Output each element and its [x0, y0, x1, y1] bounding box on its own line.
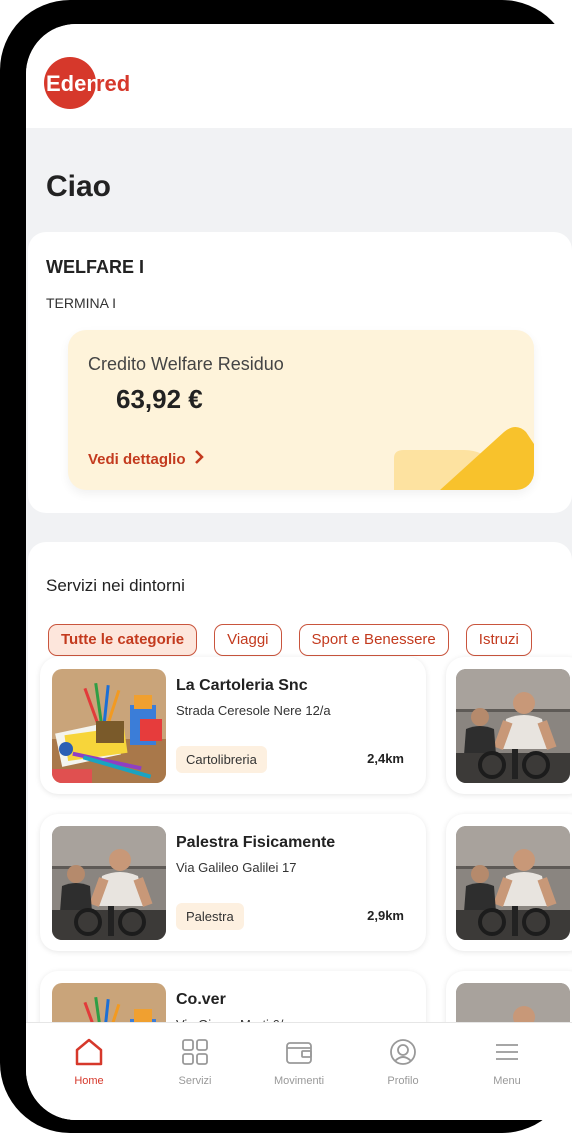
nav-profile-label: Profilo: [387, 1075, 419, 1087]
nav-transactions[interactable]: Movimenti: [254, 1037, 344, 1087]
nav-menu[interactable]: Menu: [462, 1037, 552, 1087]
welfare-expiry: TERMINA I: [46, 295, 117, 311]
place-category: Palestra: [176, 903, 244, 930]
greeting-title: Ciao: [46, 170, 112, 203]
gym-photo: [456, 669, 570, 783]
decorative-shape: [394, 427, 534, 490]
welfare-card: WELFARE I TERMINA I Credito Welfare Resi…: [28, 232, 572, 513]
detail-link-label: Vedi dettaglio: [88, 451, 186, 468]
place-name: La Cartoleria Snc: [176, 677, 308, 694]
credit-box[interactable]: Credito Welfare Residuo 63,92 € Vedi det…: [68, 330, 534, 490]
nav-profile[interactable]: Profilo: [358, 1037, 448, 1087]
place-address: Via Galileo Galilei 17: [176, 860, 297, 875]
detail-link[interactable]: Vedi dettaglio: [88, 450, 204, 468]
services-title: Servizi nei dintorni: [46, 576, 185, 595]
nav-menu-label: Menu: [493, 1075, 521, 1087]
bottom-nav: Home Servizi Movimenti Profilo Menu: [26, 1022, 572, 1120]
welfare-title: WELFARE I: [46, 257, 144, 277]
chip-sport-wellness[interactable]: Sport e Benessere: [298, 624, 449, 656]
place-card-peek[interactable]: [446, 657, 572, 794]
nav-home[interactable]: Home: [44, 1037, 134, 1087]
gym-photo: [52, 826, 166, 940]
place-card-peek[interactable]: [446, 814, 572, 951]
nav-home-label: Home: [74, 1075, 104, 1087]
profile-icon: [390, 1039, 416, 1065]
place-card[interactable]: Palestra Fisicamente Via Galileo Galilei…: [40, 814, 426, 951]
credit-amount: 63,92 €: [116, 384, 203, 414]
wallet-icon: [286, 1042, 312, 1064]
phone-frame: Eden red Ciao WELFARE I TERMINA I Credit…: [0, 0, 572, 1133]
edenred-logo[interactable]: Eden red: [44, 55, 134, 111]
svg-text:red: red: [96, 71, 130, 96]
nav-services[interactable]: Servizi: [150, 1037, 240, 1087]
credit-label: Credito Welfare Residuo: [88, 354, 284, 374]
place-category: Cartolibreria: [176, 746, 267, 773]
category-filter: Tutte le categorie Viaggi Sport e Beness…: [48, 624, 532, 656]
place-distance: 2,9km: [367, 908, 404, 923]
grid-icon: [182, 1039, 208, 1065]
home-icon: [75, 1038, 103, 1066]
gym-photo: [456, 826, 570, 940]
chip-travel[interactable]: Viaggi: [214, 624, 282, 656]
app-header: Eden red: [26, 24, 572, 128]
place-distance: 2,4km: [367, 751, 404, 766]
nav-services-label: Servizi: [178, 1075, 212, 1087]
place-name: Co.ver: [176, 991, 226, 1008]
menu-icon: [496, 1044, 518, 1060]
svg-text:Eden: Eden: [46, 71, 100, 96]
place-name: Palestra Fisicamente: [176, 834, 336, 851]
app-screen: Eden red Ciao WELFARE I TERMINA I Credit…: [26, 24, 572, 1120]
stationery-photo: [52, 669, 166, 783]
place-card[interactable]: La Cartoleria Snc Strada Ceresole Nere 1…: [40, 657, 426, 794]
chip-education[interactable]: Istruzi: [465, 624, 532, 656]
place-address: Strada Ceresole Nere 12/a: [176, 703, 331, 718]
chip-all-categories[interactable]: Tutte le categorie: [48, 624, 198, 656]
nav-transactions-label: Movimenti: [273, 1075, 325, 1087]
chevron-right-icon: [194, 450, 204, 464]
